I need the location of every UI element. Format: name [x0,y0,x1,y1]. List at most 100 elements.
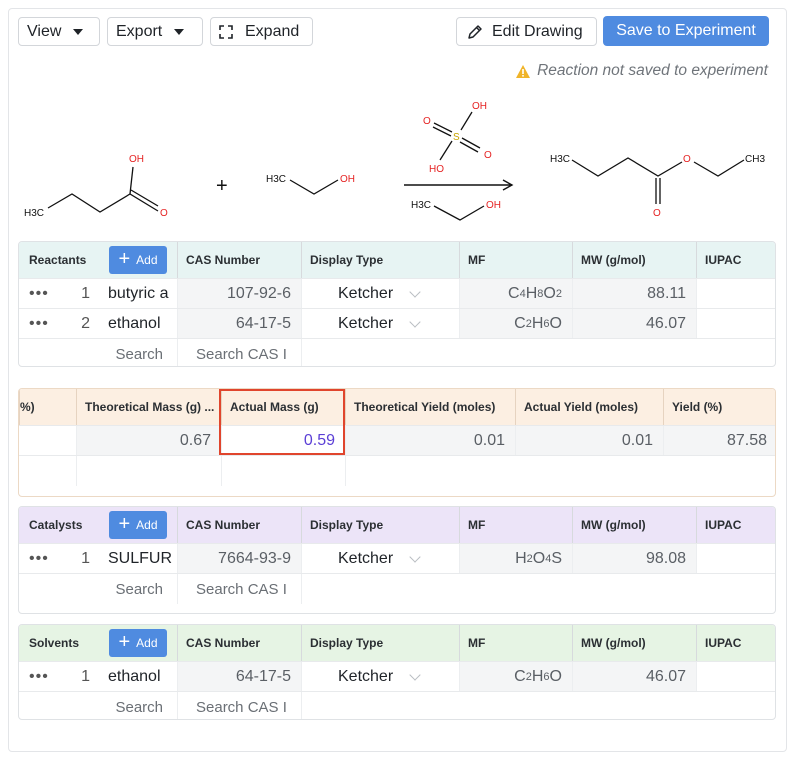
display-type-select[interactable]: Ketcher [301,662,459,692]
name-cell[interactable]: SULFUR [100,544,177,574]
plus-icon: + [118,248,131,270]
mw-cell: 46.07 [572,662,696,692]
empty-cell [301,574,775,604]
column-header-display-type[interactable]: Display Type [301,507,459,543]
table-row: ••• 1 SULFUR 7664-93-9 Ketcher H2O4S 98.… [19,543,775,574]
ellipsis-icon[interactable]: ••• [29,309,49,339]
display-type-select[interactable]: Ketcher [301,279,459,309]
partial-cell [19,426,76,456]
column-header-yield-pct[interactable]: Yield (%) [663,389,775,425]
column-header-actual-yield[interactable]: Actual Yield (moles) [515,389,663,425]
column-header-partial[interactable]: %) [19,389,76,425]
iupac-cell[interactable] [696,544,775,574]
empty-cell [301,692,775,719]
table-row: 0.67 0.59 0.01 0.01 87.58 [19,425,775,456]
mw-cell: 46.07 [572,309,696,339]
iupac-cell[interactable] [696,279,775,309]
view-label: View [27,22,62,40]
cas-cell[interactable]: 7664-93-9 [177,544,301,574]
ellipsis-icon[interactable]: ••• [29,662,49,692]
column-header-mf[interactable]: MF [459,507,572,543]
mf-cell: C2H6O [459,309,572,339]
atom-label: H3C [411,200,431,211]
name-cell[interactable]: butyric a [100,279,177,309]
add-catalyst-button[interactable]: + Add [109,511,167,539]
atom-label: OH [129,154,144,165]
display-type-value: Ketcher [338,315,394,332]
row-index: 1 [81,285,90,302]
column-header-display-type[interactable]: Display Type [301,625,459,661]
edit-drawing-label: Edit Drawing [492,22,583,40]
atom-label: O [484,150,492,161]
column-header-theoretical-yield[interactable]: Theoretical Yield (moles) [345,389,515,425]
reaction-arrow [404,179,514,191]
expand-button[interactable]: Expand [210,17,313,46]
mw-cell: 98.08 [572,544,696,574]
chevron-down-icon [409,285,421,298]
search-row: Search Search CAS I [19,338,775,366]
row-index: 2 [81,315,90,332]
add-solvent-button[interactable]: + Add [109,629,167,657]
atom-label: O [160,208,168,219]
table-row [19,455,775,486]
name-cell[interactable]: ethanol [100,309,177,339]
solvents-header: Solvents + Add CAS Number Display Type M… [19,625,775,661]
cas-cell[interactable]: 64-17-5 [177,309,301,339]
column-header-cas[interactable]: CAS Number [177,507,301,543]
column-header-iupac[interactable]: IUPAC [696,242,775,278]
plus-sign: + [216,175,228,197]
atom-label: O [653,208,661,219]
save-to-experiment-button[interactable]: Save to Experiment [603,16,769,46]
display-type-select[interactable]: Ketcher [301,309,459,339]
add-label: Add [136,636,158,650]
pencil-icon [468,24,482,39]
iupac-cell[interactable] [696,662,775,692]
edit-drawing-button[interactable]: Edit Drawing [456,17,597,46]
add-reactant-button[interactable]: + Add [109,246,167,274]
save-label: Save to Experiment [616,22,756,39]
solvent-ethanol [433,205,485,221]
column-header-cas[interactable]: CAS Number [177,242,301,278]
column-header-theoretical-mass[interactable]: Theoretical Mass (g) ... [76,389,221,425]
display-type-value: Ketcher [338,550,394,567]
caret-down-icon [174,28,185,35]
column-header-iupac[interactable]: IUPAC [696,507,775,543]
display-type-select[interactable]: Ketcher [301,544,459,574]
table-row: ••• 2 ethanol 64-17-5 Ketcher C2H6O 46.0… [19,308,775,339]
cas-cell[interactable]: 64-17-5 [177,662,301,692]
column-header-mf[interactable]: MF [459,242,572,278]
iupac-cell[interactable] [696,309,775,339]
ellipsis-icon[interactable]: ••• [29,279,49,309]
column-header-display-type[interactable]: Display Type [301,242,459,278]
search-cas-input[interactable]: Search CAS I [177,692,301,719]
expand-icon [219,24,233,39]
column-header-mw[interactable]: MW (g/mol) [572,507,696,543]
column-header-mw[interactable]: MW (g/mol) [572,625,696,661]
reactant-butyric-acid [47,166,159,213]
cas-cell[interactable]: 107-92-6 [177,279,301,309]
actual-yield-cell: 0.01 [515,426,663,456]
column-header-cas[interactable]: CAS Number [177,625,301,661]
empty-cell [76,456,221,486]
actual-mass-highlight [219,389,345,455]
search-name-input[interactable]: Search [100,692,177,719]
caret-down-icon [73,28,84,35]
ellipsis-icon[interactable]: ••• [29,544,49,574]
name-cell[interactable]: ethanol [100,662,177,692]
view-button[interactable]: View [18,17,100,46]
reactants-table: Reactants + Add CAS Number Display Type … [18,241,776,367]
column-header-iupac[interactable]: IUPAC [696,625,775,661]
atom-label: S [453,132,460,143]
theoretical-yield-cell: 0.01 [345,426,515,456]
column-header-mf[interactable]: MF [459,625,572,661]
search-name-input[interactable]: Search [100,339,177,366]
product-ethyl-butyrate [571,157,745,204]
atom-label: OH [340,174,355,185]
export-button[interactable]: Export [107,17,203,46]
search-cas-input[interactable]: Search CAS I [177,574,301,604]
search-cas-input[interactable]: Search CAS I [177,339,301,366]
solvents-table: Solvents + Add CAS Number Display Type M… [18,624,776,720]
atom-label: OH [472,101,487,112]
column-header-mw[interactable]: MW (g/mol) [572,242,696,278]
search-name-input[interactable]: Search [100,574,177,604]
